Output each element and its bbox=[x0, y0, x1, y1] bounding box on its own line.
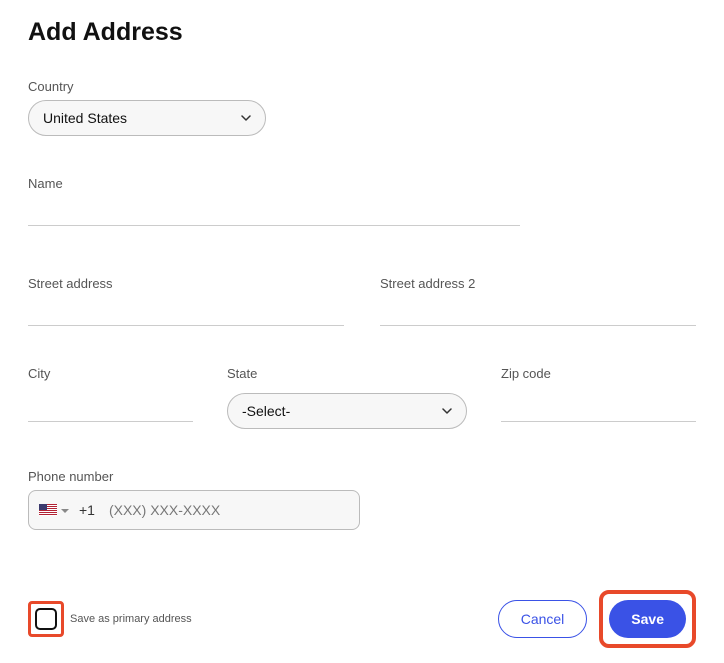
highlight-annotation bbox=[28, 601, 64, 637]
city-field: City bbox=[28, 366, 193, 422]
name-field: Name bbox=[28, 176, 696, 226]
cancel-button[interactable]: Cancel bbox=[498, 600, 588, 638]
street2-field: Street address 2 bbox=[380, 276, 696, 326]
primary-checkbox[interactable] bbox=[35, 608, 57, 630]
chevron-down-icon bbox=[442, 408, 452, 414]
street2-label: Street address 2 bbox=[380, 276, 696, 291]
country-field: Country United States bbox=[28, 79, 696, 136]
primary-checkbox-label: Save as primary address bbox=[70, 613, 192, 625]
state-field: State -Select- bbox=[227, 366, 467, 429]
state-value: -Select- bbox=[242, 403, 290, 419]
phone-field: Phone number +1 bbox=[28, 469, 696, 530]
primary-checkbox-row: Save as primary address bbox=[28, 601, 192, 637]
street1-label: Street address bbox=[28, 276, 344, 291]
zip-label: Zip code bbox=[501, 366, 696, 381]
phone-input[interactable] bbox=[109, 502, 349, 518]
country-label: Country bbox=[28, 79, 696, 94]
zip-field: Zip code bbox=[501, 366, 696, 422]
phone-wrapper: +1 bbox=[28, 490, 360, 530]
dial-code: +1 bbox=[79, 502, 95, 518]
city-label: City bbox=[28, 366, 193, 381]
phone-label: Phone number bbox=[28, 469, 696, 484]
state-label: State bbox=[227, 366, 467, 381]
flag-us-icon bbox=[39, 504, 57, 516]
name-input[interactable] bbox=[28, 197, 520, 226]
page-title: Add Address bbox=[28, 18, 696, 47]
name-label: Name bbox=[28, 176, 696, 191]
zip-input[interactable] bbox=[501, 393, 696, 422]
save-button[interactable]: Save bbox=[609, 600, 686, 638]
country-code-selector[interactable] bbox=[61, 501, 69, 519]
actions: Cancel Save bbox=[498, 590, 696, 648]
street1-input[interactable] bbox=[28, 297, 344, 326]
street1-field: Street address bbox=[28, 276, 344, 326]
city-input[interactable] bbox=[28, 393, 193, 422]
country-value: United States bbox=[43, 110, 127, 126]
street2-input[interactable] bbox=[380, 297, 696, 326]
highlight-annotation: Save bbox=[599, 590, 696, 648]
country-select[interactable]: United States bbox=[28, 100, 266, 136]
state-select[interactable]: -Select- bbox=[227, 393, 467, 429]
chevron-down-icon bbox=[241, 115, 251, 121]
